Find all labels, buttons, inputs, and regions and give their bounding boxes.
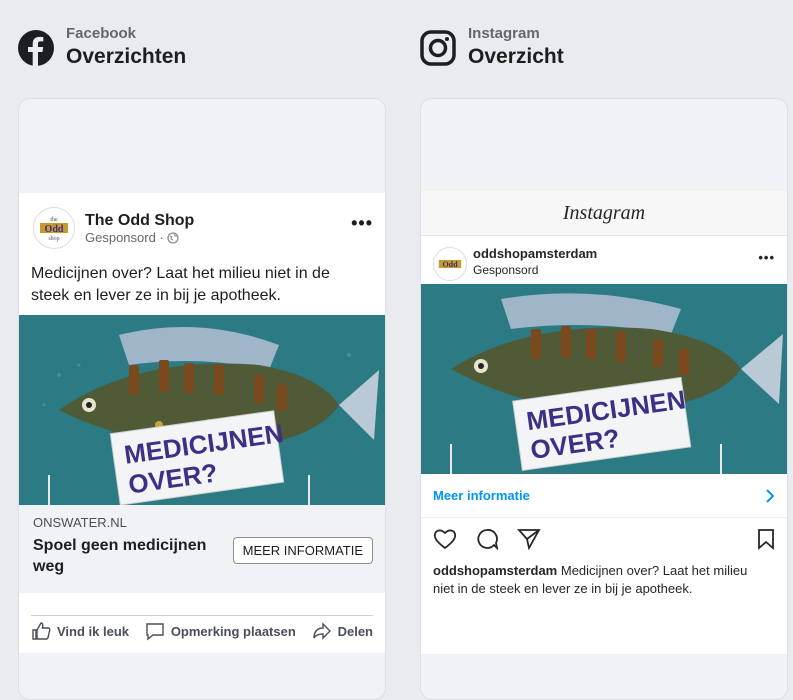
comment-label: Opmerking plaatsen (170, 623, 296, 639)
facebook-title: Overzichten (66, 45, 187, 68)
more-options-icon[interactable]: ••• (351, 213, 373, 234)
ig-username[interactable]: oddshopamsterdam (473, 246, 597, 261)
action-divider (31, 615, 373, 616)
instagram-network-label: Instagram (468, 25, 540, 42)
fish-illustration: MEDICIJNEN OVER? (19, 315, 385, 505)
post-text: Medicijnen over? Laat het milieu niet in… (31, 265, 330, 304)
ig-caption-username[interactable]: oddshopamsterdam (433, 563, 557, 578)
svg-text:Odd: Odd (442, 260, 458, 269)
link-bar[interactable]: ONSWATER.NL Spoel geen medicijnen weg ME… (19, 505, 385, 593)
instagram-title: Overzicht (468, 45, 564, 68)
avatar[interactable]: Odd the shop (33, 207, 75, 249)
instagram-icon (420, 30, 456, 66)
instagram-post: Odd oddshopamsterdam Gesponsord ••• MEDI… (421, 236, 787, 654)
svg-text:the: the (50, 217, 58, 223)
share-button[interactable]: Delen (312, 621, 373, 641)
like-button[interactable]: Vind ik leuk (31, 621, 129, 641)
ig-cta-label: Meer informatie (433, 488, 530, 503)
ig-ad-image[interactable]: MEDICIJNEN OVER? (421, 284, 787, 474)
share-icon (312, 622, 331, 640)
chevron-right-icon (766, 488, 775, 503)
odd-shop-logo: Odd the shop (40, 217, 68, 242)
link-domain: ONSWATER.NL (33, 515, 127, 530)
comment-icon[interactable] (475, 528, 499, 550)
ig-action-bar (433, 528, 775, 550)
page-name[interactable]: The Odd Shop (85, 212, 194, 230)
comment-button[interactable]: Opmerking plaatsen (145, 621, 296, 641)
facebook-preview-card: Odd the shop The Odd Shop Gesponsord · •… (18, 98, 386, 700)
svg-text:shop: shop (48, 236, 59, 242)
comment-icon (146, 623, 164, 641)
svg-text:Odd: Odd (45, 224, 64, 235)
instagram-header: Instagram Overzicht (420, 24, 564, 70)
facebook-post: Odd the shop The Odd Shop Gesponsord · •… (19, 193, 385, 653)
instagram-wordmark: Instagram (421, 191, 787, 236)
sponsored-label: Gesponsord · (85, 230, 164, 245)
ig-fish-illustration: MEDICIJNEN OVER? (421, 284, 787, 474)
action-bar: Vind ik leuk Opmerking plaatsen Delen (31, 621, 373, 641)
link-headline: Spoel geen medicijnen weg (33, 537, 207, 575)
ig-more-options-icon[interactable]: ••• (758, 250, 775, 265)
ig-caption: oddshopamsterdam Medicijnen over? Laat h… (433, 562, 769, 598)
like-label: Vind ik leuk (57, 623, 130, 639)
heart-icon[interactable] (433, 528, 457, 550)
meer-informatie-button[interactable]: MEER INFORMATIE (232, 537, 373, 564)
facebook-header: Facebook Overzichten (18, 24, 186, 70)
bookmark-icon[interactable] (757, 528, 775, 550)
odd-shop-logo: Odd (438, 260, 462, 269)
ig-cta-bar[interactable]: Meer informatie (421, 474, 787, 518)
globe-icon (167, 231, 179, 244)
facebook-network-label: Facebook (66, 25, 137, 42)
ig-sponsored-label: Gesponsord (473, 263, 539, 277)
instagram-preview-card: Instagram Odd oddshopamsterdam Gesponsor… (420, 98, 788, 700)
ig-avatar[interactable]: Odd (433, 247, 467, 281)
ad-image[interactable]: MEDICIJNEN OVER? (19, 315, 385, 505)
share-label: Delen (337, 623, 373, 639)
thumbs-up-icon (32, 622, 51, 640)
facebook-icon (18, 30, 54, 66)
send-icon[interactable] (517, 528, 541, 550)
